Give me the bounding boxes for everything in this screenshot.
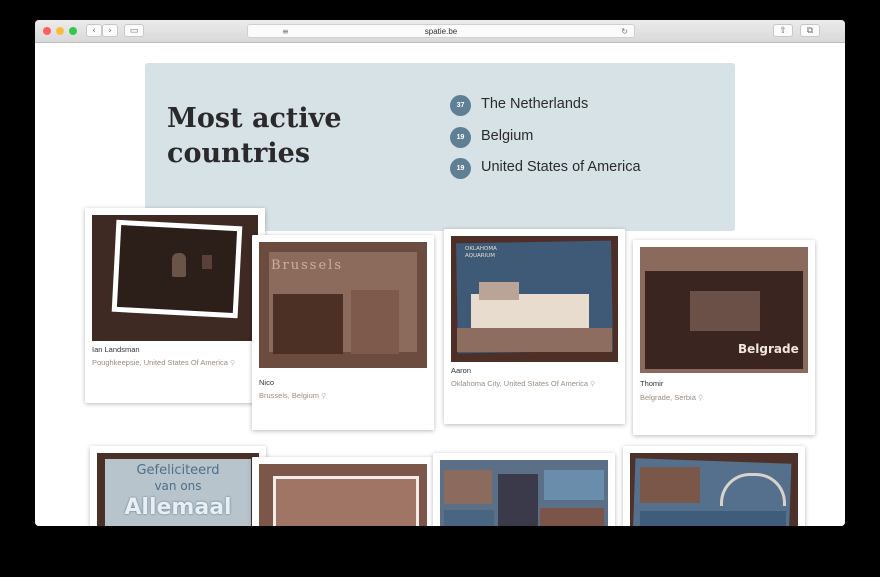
greeting-line2: van ons (154, 479, 202, 493)
minimize-window-button[interactable] (56, 27, 64, 35)
country-name: The Netherlands (481, 96, 589, 112)
postcard-text-belgrade: Belgrade (738, 342, 799, 356)
zoom-window-button[interactable] (69, 27, 77, 35)
address-bar[interactable]: ≡ spatie.be ↻ (247, 24, 635, 38)
sender-name: Ian Landsman (92, 345, 140, 354)
sender-location: Brussels, Belgium ⚲ (259, 391, 327, 400)
browser-window: ‹ › ▭ ⓘ ≡ spatie.be ↻ ⇧ ⧉ Most active co… (35, 20, 845, 526)
country-name: Belgium (481, 127, 534, 144)
location-pin-icon: ⚲ (230, 360, 236, 367)
sender-location: Oklahoma City, United States Of America … (451, 379, 596, 388)
location-pin-icon: ⚲ (321, 393, 327, 400)
most-active-countries-banner: Most active countries 37 The Netherlands… (145, 63, 735, 231)
count-badge: 19 (450, 126, 471, 148)
count-badge: 19 (450, 158, 471, 179)
reload-icon[interactable]: ↻ (621, 25, 628, 38)
tabs-icon: ⧉ (806, 26, 814, 36)
postcard-photo: OKLAHOMA AQUARIUM (451, 236, 618, 362)
postcard-card[interactable] (252, 457, 434, 526)
back-button[interactable]: ‹ (86, 24, 102, 37)
postcard-card[interactable]: Ian Landsman Poughkeepsie, United States… (85, 208, 265, 403)
greeting-line1: Gefeliciteerd (136, 463, 220, 478)
postcard-photo (630, 453, 798, 526)
postcard-photo (92, 215, 258, 341)
close-window-button[interactable] (43, 27, 51, 35)
sidebar-button[interactable]: ▭ (124, 24, 144, 37)
postcard-photo: Gefeliciteerd van ons Allemaal (97, 453, 259, 526)
postcard-text-brussels: Brussels (271, 258, 344, 273)
postcard-photo: Belgrade (640, 247, 808, 373)
postcard-card[interactable]: Belgrade Thomir Belgrade, Serbia ⚲ (633, 240, 815, 435)
postcard-photo (259, 464, 427, 526)
location-pin-icon: ⚲ (590, 381, 596, 388)
count-badge: 37 (450, 95, 471, 116)
postcard-card[interactable]: Brussels Nico Brussels, Belgium ⚲ (252, 235, 434, 430)
sender-location: Poughkeepsie, United States Of America ⚲ (92, 358, 236, 367)
url-text: spatie.be (424, 27, 458, 36)
postcard-photo: Brussels (259, 242, 427, 368)
postcard-card[interactable]: Gefeliciteerd van ons Allemaal (90, 446, 266, 526)
sender-name: Aaron (451, 366, 472, 375)
sender-name: Nico (259, 378, 275, 387)
page-content: Most active countries 37 The Netherlands… (35, 43, 845, 526)
forward-icon: › (108, 26, 112, 36)
postcard-text-oklahoma: OKLAHOMA AQUARIUM (465, 246, 497, 259)
postcard-card[interactable] (623, 446, 805, 526)
share-button[interactable]: ⇧ (773, 24, 793, 37)
greeting-line3: Allemaal (124, 495, 232, 520)
sidebar-icon: ▭ (129, 26, 139, 36)
postcard-card[interactable]: OKLAHOMA AQUARIUM Aaron Oklahoma City, U… (444, 229, 625, 424)
share-icon: ⇧ (779, 26, 787, 36)
forward-button[interactable]: › (102, 24, 118, 37)
tabs-button[interactable]: ⧉ (800, 24, 820, 37)
country-name: United States of America (481, 159, 641, 175)
postcard-card[interactable] (433, 453, 615, 526)
location-pin-icon: ⚲ (697, 395, 704, 402)
sender-name: Thomir (640, 379, 664, 388)
banner-title: Most active countries (167, 103, 342, 169)
browser-toolbar: ‹ › ▭ ⓘ ≡ spatie.be ↻ ⇧ ⧉ (35, 20, 845, 43)
sender-location: Belgrade, Serbia ⚲ (640, 393, 704, 402)
back-icon: ‹ (92, 26, 96, 36)
postcard-photo (440, 460, 608, 526)
